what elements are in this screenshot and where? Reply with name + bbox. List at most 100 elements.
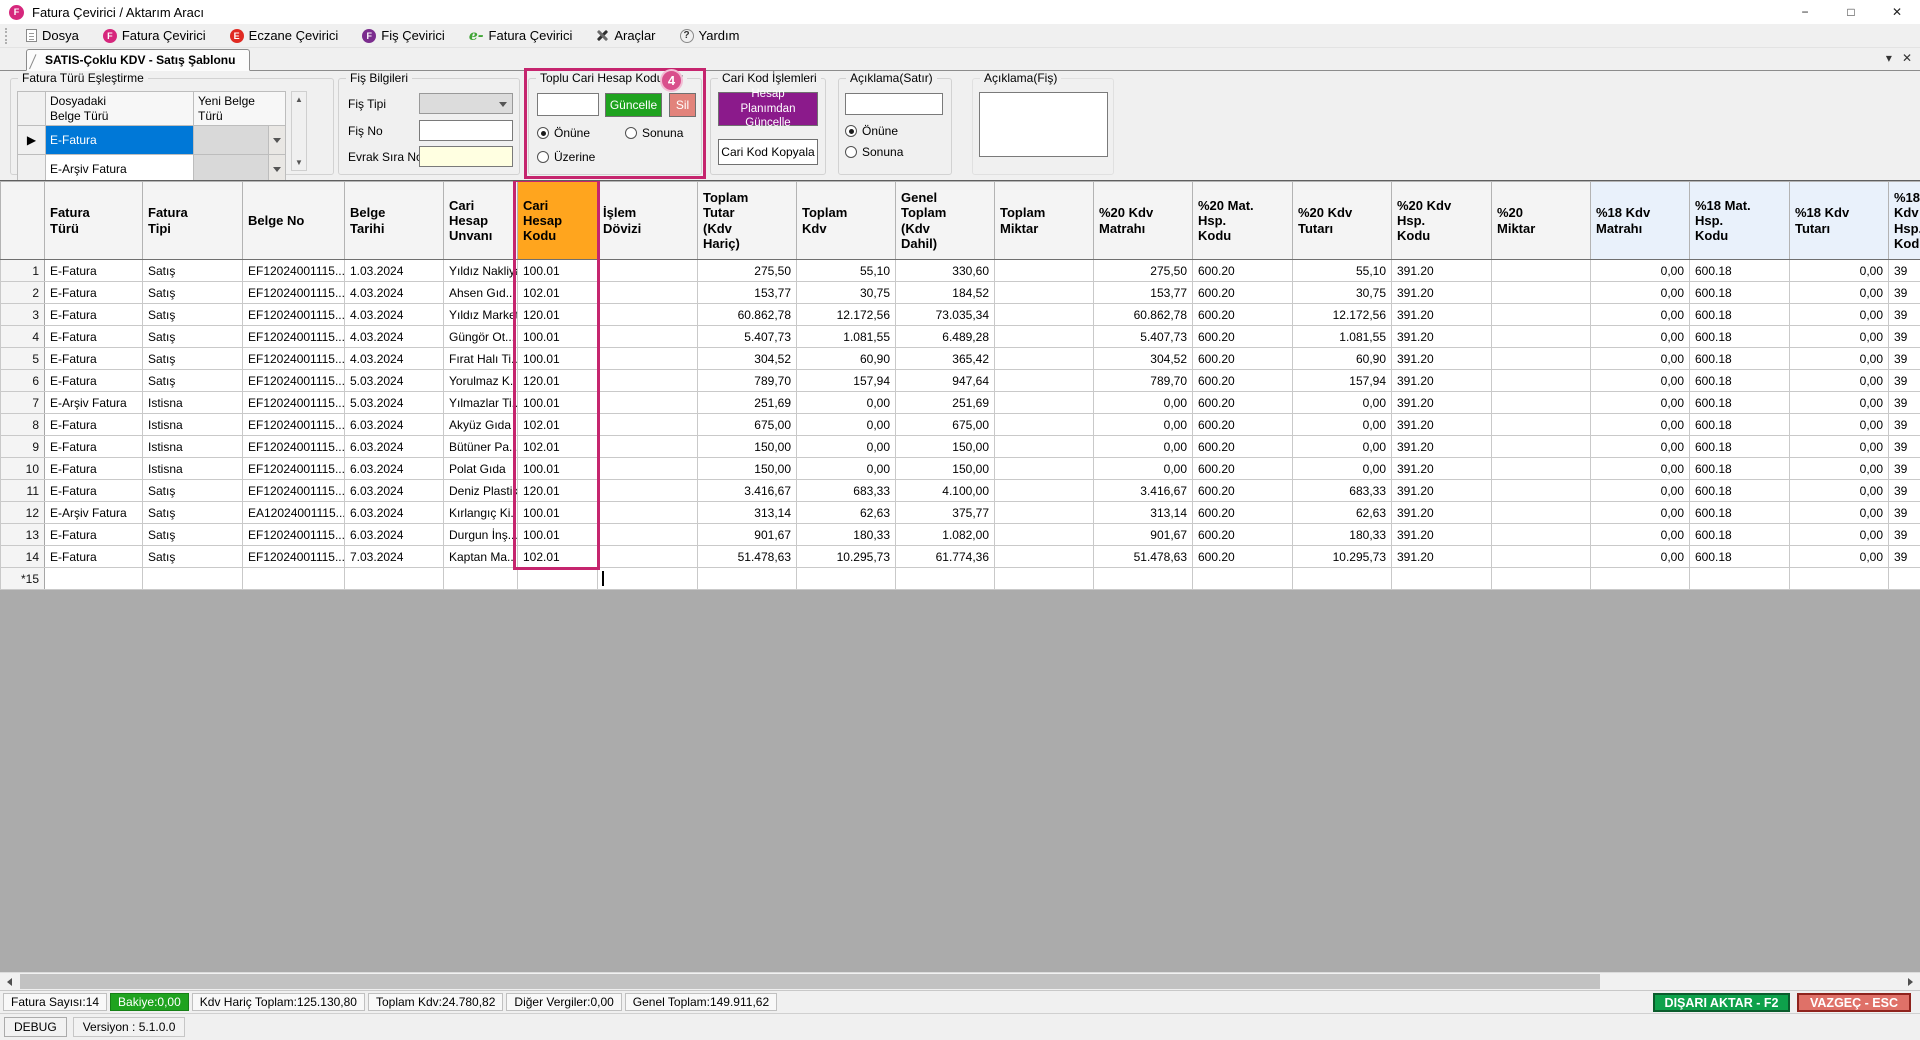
- cell-kdv20_matrahi[interactable]: 304,52: [1093, 347, 1193, 370]
- column-header-kdv20_tutari[interactable]: %20 Kdv Tutarı: [1292, 181, 1392, 260]
- cell-belge_tarihi[interactable]: 4.03.2024: [344, 347, 444, 370]
- aciklama-satir-input[interactable]: [845, 93, 943, 115]
- cell-toplam_tutar_kdv_haric[interactable]: 789,70: [697, 369, 797, 392]
- cell-genel_toplam_kdv_dahil[interactable]: 1.082,00: [895, 523, 995, 546]
- new-cell-miktar20[interactable]: [1491, 567, 1591, 590]
- cell-kdv18_tutari[interactable]: 0,00: [1789, 347, 1889, 370]
- column-header-fatura_turu[interactable]: Fatura Türü: [44, 181, 143, 260]
- cell-islem_dovizi[interactable]: [597, 259, 698, 282]
- cell-cari_hesap_unvani[interactable]: Kaptan Ma...: [443, 545, 518, 568]
- cell-toplam_miktar[interactable]: [994, 435, 1094, 458]
- cell-cari_hesap_unvani[interactable]: Akyüz Gıda: [443, 413, 518, 436]
- cell-mat18_hsp_kodu[interactable]: 600.18: [1689, 523, 1790, 546]
- menu-item-yardim[interactable]: ? Yardım: [668, 24, 752, 48]
- scroll-left-icon[interactable]: [1, 973, 18, 990]
- cell-toplam_miktar[interactable]: [994, 281, 1094, 304]
- new-cell-islem_dovizi[interactable]: [597, 567, 698, 590]
- cell-belge_no[interactable]: EF12024001115...: [242, 259, 345, 282]
- cell-kdv18_matrahi[interactable]: 0,00: [1590, 391, 1690, 414]
- cell-cari_hesap_unvani[interactable]: Yıldız Market: [443, 303, 518, 326]
- cell-mat20_hsp_kodu[interactable]: 600.20: [1192, 369, 1293, 392]
- cell-toplam_tutar_kdv_haric[interactable]: 150,00: [697, 457, 797, 480]
- cell-belge_no[interactable]: EF12024001115...: [242, 281, 345, 304]
- column-header-kdv20_hsp_kodu[interactable]: %20 Kdv Hsp. Kodu: [1391, 181, 1492, 260]
- cell-fatura_tipi[interactable]: Satış: [142, 369, 243, 392]
- dropdown-arrow-icon[interactable]: [268, 155, 285, 183]
- cell-kdv20_tutari[interactable]: 10.295,73: [1292, 545, 1392, 568]
- cell-toplam_miktar[interactable]: [994, 369, 1094, 392]
- cell-fatura_turu[interactable]: E-Fatura: [44, 303, 143, 326]
- cell-belge_no[interactable]: EF12024001115...: [242, 523, 345, 546]
- cell-kdv20_matrahi[interactable]: 60.862,78: [1093, 303, 1193, 326]
- cell-fatura_turu[interactable]: E-Fatura: [44, 457, 143, 480]
- cell-cari_hesap_unvani[interactable]: Yılmazlar Ti...: [443, 391, 518, 414]
- cell-belge_no[interactable]: EA12024001115...: [242, 501, 345, 524]
- cell-kdv18_hsp_kodu[interactable]: 39: [1888, 391, 1920, 414]
- cell-mat20_hsp_kodu[interactable]: 600.20: [1192, 545, 1293, 568]
- new-cell-fatura_tipi[interactable]: [142, 567, 243, 590]
- cell-kdv18_tutari[interactable]: 0,00: [1789, 303, 1889, 326]
- column-header-belge_tarihi[interactable]: Belge Tarihi: [344, 181, 444, 260]
- cell-cari_hesap_unvani[interactable]: Ahsen Gıd...: [443, 281, 518, 304]
- cell-miktar20[interactable]: [1491, 347, 1591, 370]
- cell-toplam_tutar_kdv_haric[interactable]: 153,77: [697, 281, 797, 304]
- cell-mat20_hsp_kodu[interactable]: 600.20: [1192, 413, 1293, 436]
- cell-kdv20_matrahi[interactable]: 0,00: [1093, 413, 1193, 436]
- cell-fatura_turu[interactable]: E-Fatura: [44, 435, 143, 458]
- evrak-sira-no-input[interactable]: [419, 146, 513, 167]
- column-header-miktar20[interactable]: %20 Miktar: [1491, 181, 1591, 260]
- cell-kdv18_hsp_kodu[interactable]: 39: [1888, 501, 1920, 524]
- radio-sonuna[interactable]: Sonuna: [625, 126, 683, 140]
- cell-islem_dovizi[interactable]: [597, 501, 698, 524]
- cell-belge_tarihi[interactable]: 5.03.2024: [344, 391, 444, 414]
- cell-genel_toplam_kdv_dahil[interactable]: 251,69: [895, 391, 995, 414]
- disari-aktar-button[interactable]: DIŞARI AKTAR - F2: [1653, 993, 1790, 1012]
- cell-cari_hesap_kodu[interactable]: 102.01: [517, 435, 598, 458]
- mini-grid-col-yeni[interactable]: Yeni Belge Türü: [193, 91, 286, 126]
- cell-cari_hesap_kodu[interactable]: 120.01: [517, 479, 598, 502]
- cell-kdv20_tutari[interactable]: 683,33: [1292, 479, 1392, 502]
- cell-kdv20_hsp_kodu[interactable]: 391.20: [1391, 325, 1492, 348]
- cell-fatura_turu[interactable]: E-Fatura: [44, 325, 143, 348]
- cell-miktar20[interactable]: [1491, 413, 1591, 436]
- scroll-down-icon[interactable]: ▼: [295, 155, 303, 170]
- cell-fatura_tipi[interactable]: Satış: [142, 501, 243, 524]
- new-cell-toplam_kdv[interactable]: [796, 567, 896, 590]
- cell-kdv20_tutari[interactable]: 180,33: [1292, 523, 1392, 546]
- cell-genel_toplam_kdv_dahil[interactable]: 330,60: [895, 259, 995, 282]
- cell-cari_hesap_unvani[interactable]: Durgun İnş...: [443, 523, 518, 546]
- aciklama-fis-textarea[interactable]: [979, 92, 1108, 157]
- cell-fatura_turu[interactable]: E-Fatura: [44, 479, 143, 502]
- cell-kdv18_tutari[interactable]: 0,00: [1789, 281, 1889, 304]
- cell-islem_dovizi[interactable]: [597, 479, 698, 502]
- cell-toplam_kdv[interactable]: 0,00: [796, 413, 896, 436]
- cell-fatura_tipi[interactable]: Satış: [142, 281, 243, 304]
- cell-kdv18_matrahi[interactable]: 0,00: [1590, 259, 1690, 282]
- cell-kdv18_matrahi[interactable]: 0,00: [1590, 413, 1690, 436]
- column-header-cari_hesap_unvani[interactable]: Cari Hesap Unvanı: [443, 181, 518, 260]
- cell-miktar20[interactable]: [1491, 369, 1591, 392]
- cell-fatura_tipi[interactable]: Satış: [142, 347, 243, 370]
- new-cell-toplam_tutar_kdv_haric[interactable]: [697, 567, 797, 590]
- cell-mat20_hsp_kodu[interactable]: 600.20: [1192, 347, 1293, 370]
- cell-cari_hesap_kodu[interactable]: 100.01: [517, 501, 598, 524]
- cell-kdv18_matrahi[interactable]: 0,00: [1590, 501, 1690, 524]
- menu-item-fatura-cevirici[interactable]: F Fatura Çevirici: [91, 24, 218, 48]
- cell-toplam_tutar_kdv_haric[interactable]: 5.407,73: [697, 325, 797, 348]
- cell-cari_hesap_kodu[interactable]: 100.01: [517, 347, 598, 370]
- cell-toplam_kdv[interactable]: 30,75: [796, 281, 896, 304]
- cell-toplam_kdv[interactable]: 62,63: [796, 501, 896, 524]
- new-cell-cari_hesap_unvani[interactable]: [443, 567, 518, 590]
- cell-kdv18_hsp_kodu[interactable]: 39: [1888, 457, 1920, 480]
- menu-item-araclar[interactable]: Araçlar: [584, 24, 667, 48]
- cell-kdv18_hsp_kodu[interactable]: 39: [1888, 523, 1920, 546]
- cell-kdv18_matrahi[interactable]: 0,00: [1590, 325, 1690, 348]
- cell-kdv18_tutari[interactable]: 0,00: [1789, 259, 1889, 282]
- cell-mat20_hsp_kodu[interactable]: 600.20: [1192, 479, 1293, 502]
- cell-fatura_turu[interactable]: E-Fatura: [44, 413, 143, 436]
- cell-belge_tarihi[interactable]: 6.03.2024: [344, 457, 444, 480]
- cell-kdv20_hsp_kodu[interactable]: 391.20: [1391, 347, 1492, 370]
- cell-toplam_kdv[interactable]: 10.295,73: [796, 545, 896, 568]
- new-cell-kdv18_hsp_kodu[interactable]: [1888, 567, 1920, 590]
- cell-kdv20_tutari[interactable]: 62,63: [1292, 501, 1392, 524]
